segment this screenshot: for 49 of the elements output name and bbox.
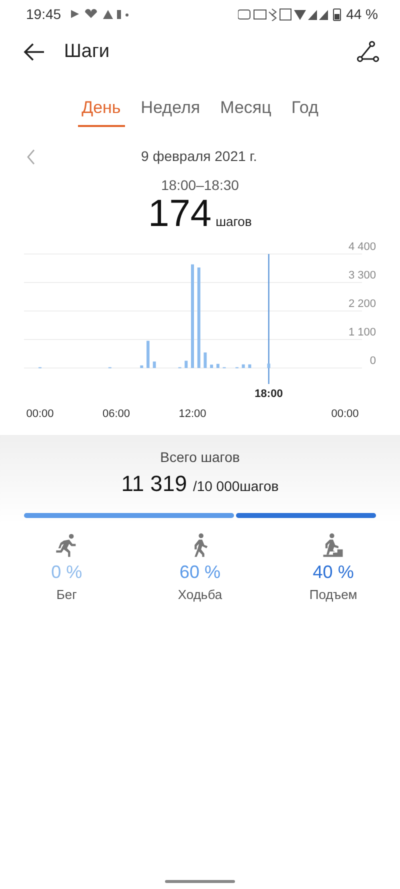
chart-bar	[248, 364, 252, 368]
chart-bar	[216, 364, 220, 368]
y-axis-label: 1 100	[348, 326, 376, 338]
activity-label: Подъем	[309, 587, 358, 602]
selected-steps: 174	[148, 193, 212, 236]
battery-icon	[333, 8, 342, 20]
activity-percent: 0 %	[51, 562, 82, 583]
chart-bar	[152, 362, 156, 368]
goal-text: /10 000шагов	[192, 478, 279, 494]
x-axis-label: 00:00	[26, 408, 54, 420]
activity-label: Бег	[56, 587, 77, 602]
total-label: Всего шагов	[160, 449, 240, 465]
triangle-icon	[103, 10, 114, 19]
chart-bar	[146, 340, 150, 368]
total-steps: 11 319	[121, 471, 187, 497]
activity-percent: 60 %	[179, 562, 220, 583]
play-icon	[71, 10, 80, 18]
x-axis-label: 12:00	[178, 408, 206, 420]
period-tab[interactable]: Месяц	[216, 94, 276, 127]
page-title: Шаги	[64, 41, 111, 63]
chart-bar	[242, 364, 245, 368]
chart-bar	[210, 364, 214, 368]
back-button[interactable]	[22, 42, 46, 62]
y-axis-label: 0	[370, 355, 376, 367]
date-label: 9 февраля 2021 г.	[141, 148, 257, 164]
chart-bar	[204, 352, 207, 368]
selected-time-label: 18:00	[254, 388, 283, 400]
route-button[interactable]	[356, 40, 380, 64]
period-tab[interactable]: День	[78, 94, 125, 127]
period-tab[interactable]: Неделя	[136, 94, 204, 127]
status-time: 19:45	[26, 6, 62, 22]
chart-bar	[184, 360, 188, 368]
y-axis-label: 4 400	[348, 241, 376, 253]
battery-percent: 44 %	[346, 6, 378, 22]
y-axis-label: 2 200	[348, 298, 376, 310]
y-axis-label: 3 300	[348, 270, 376, 282]
wifi-icon	[294, 10, 306, 20]
activity-label: Ходьба	[178, 587, 222, 602]
home-indicator	[165, 880, 235, 883]
chart-bar	[267, 364, 270, 368]
dot-icon	[126, 14, 129, 16]
period-tab[interactable]: Год	[287, 94, 322, 127]
activity-percent: 40 %	[312, 562, 354, 583]
x-axis-label: 00:00	[331, 408, 359, 420]
chart-bar	[140, 365, 144, 368]
x-axis-label: 06:00	[102, 408, 130, 420]
steps-unit: шагов	[216, 214, 252, 229]
time-range: 18:00–18:30	[161, 177, 239, 193]
heart-icon	[85, 9, 98, 18]
